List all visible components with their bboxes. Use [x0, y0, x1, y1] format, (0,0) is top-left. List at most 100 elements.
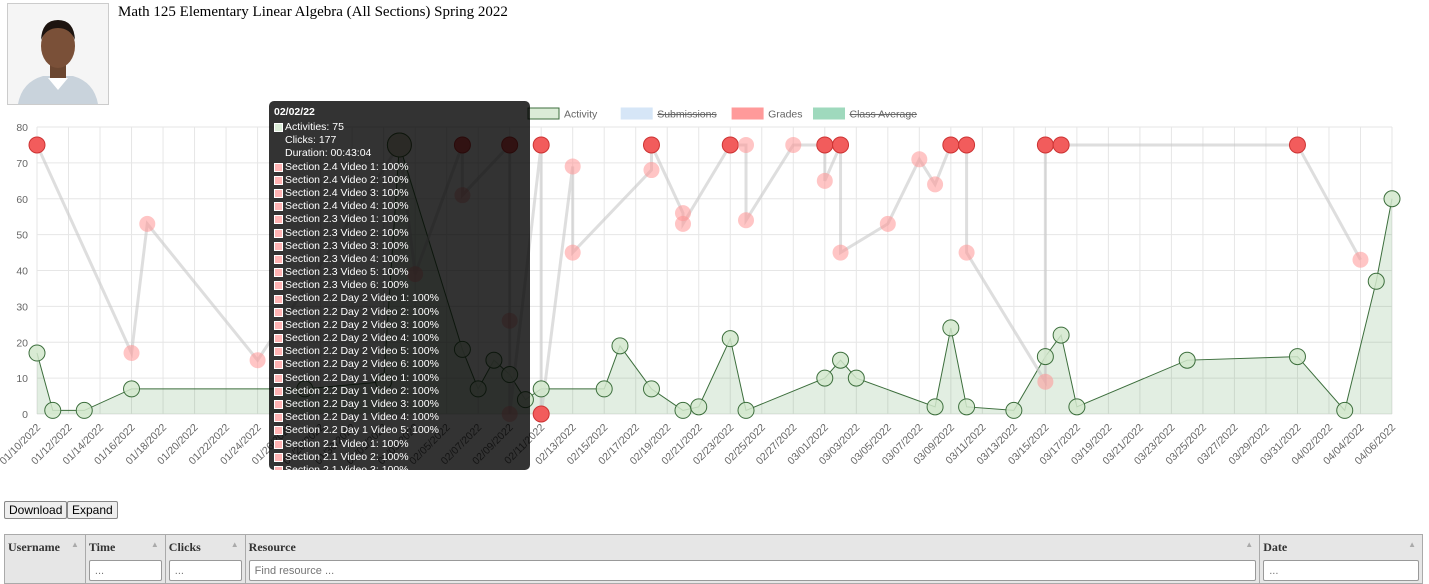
grade-point[interactable] [738, 136, 755, 153]
grade-swatch-icon [274, 426, 283, 436]
column-header-clicks[interactable]: Clicks [169, 540, 201, 554]
grade-point[interactable] [532, 405, 550, 423]
activity-point[interactable] [926, 398, 944, 416]
tooltip-item: Section 2.2 Day 1 Video 1: 100% [274, 372, 530, 385]
column-time[interactable]: Time ▲ [86, 535, 166, 583]
activity-point[interactable] [816, 369, 834, 387]
grade-point[interactable] [532, 136, 550, 154]
grade-point[interactable] [564, 158, 581, 175]
grade-swatch-icon [274, 241, 283, 251]
sort-icon[interactable]: ▲ [1245, 540, 1253, 549]
grade-point[interactable] [1037, 373, 1054, 390]
expand-button[interactable]: Expand [67, 501, 118, 519]
activity-point[interactable] [1336, 401, 1354, 419]
grade-point[interactable] [674, 215, 691, 232]
activity-point[interactable] [611, 337, 629, 355]
activity-point[interactable] [44, 401, 62, 419]
grade-point[interactable] [927, 176, 944, 193]
y-tick-label: 10 [16, 373, 28, 385]
grade-point[interactable] [958, 244, 975, 261]
activity-point[interactable] [1367, 272, 1385, 290]
tooltip-item: Section 2.1 Video 1: 100% [274, 438, 530, 451]
activity-point[interactable] [1178, 351, 1196, 369]
x-axis-labels: 01/10/202201/12/202201/14/202201/16/2022… [0, 422, 1398, 468]
activity-point[interactable] [123, 380, 141, 398]
grade-point[interactable] [643, 162, 660, 179]
grade-swatch-icon [274, 465, 283, 470]
tooltip-item: Section 2.2 Day 2 Video 5: 100% [274, 345, 530, 358]
grade-point[interactable] [816, 136, 834, 154]
column-header-username[interactable]: Username [8, 540, 60, 554]
legend-label-submissions[interactable]: Submissions [657, 109, 717, 121]
grade-swatch-icon [274, 162, 283, 172]
tooltip-item-label: Section 2.4 Video 1: 100% [285, 160, 409, 173]
tooltip-item-label: Section 2.4 Video 2: 100% [285, 173, 409, 186]
column-clicks[interactable]: Clicks ▲ [166, 535, 246, 583]
column-header-date[interactable]: Date [1263, 540, 1287, 554]
activity-point[interactable] [28, 344, 46, 362]
grade-point[interactable] [832, 244, 849, 261]
grade-point[interactable] [1288, 136, 1306, 154]
activity-point[interactable] [532, 380, 550, 398]
tooltip-item-label: Section 2.2 Day 2 Video 5: 100% [285, 345, 439, 358]
grade-point[interactable] [721, 136, 739, 154]
activity-point[interactable] [642, 380, 660, 398]
grade-point[interactable] [832, 136, 850, 154]
tooltip-item: Section 2.4 Video 3: 100% [274, 187, 530, 200]
y-tick-label: 50 [16, 230, 28, 242]
activity-point[interactable] [721, 330, 739, 348]
grade-point[interactable] [642, 136, 660, 154]
column-date[interactable]: Date ▲ [1260, 535, 1422, 583]
column-resource[interactable]: Resource ▲ [246, 535, 1261, 583]
tooltip-item-label: Section 2.2 Day 2 Video 6: 100% [285, 358, 439, 371]
grade-swatch-icon [274, 254, 283, 264]
download-button[interactable]: Download [4, 501, 68, 519]
column-username[interactable]: Username ▲ [5, 535, 86, 583]
sort-icon[interactable]: ▲ [1408, 540, 1416, 549]
legend-label-grades[interactable]: Grades [768, 109, 802, 121]
activity-swatch-icon [274, 123, 283, 133]
activity-point[interactable] [595, 380, 613, 398]
grade-point[interactable] [911, 151, 928, 168]
sort-icon[interactable]: ▲ [151, 540, 159, 549]
grade-point[interactable] [139, 215, 156, 232]
grade-point[interactable] [942, 136, 960, 154]
grade-point[interactable] [1036, 136, 1054, 154]
column-header-time[interactable]: Time [89, 540, 115, 554]
activity-point[interactable] [690, 398, 708, 416]
tooltip-item: Section 2.2 Day 2 Video 2: 100% [274, 306, 530, 319]
grade-point[interactable] [958, 136, 976, 154]
activity-point[interactable] [1068, 398, 1086, 416]
grade-point[interactable] [785, 136, 802, 153]
activity-point[interactable] [75, 401, 93, 419]
sort-icon[interactable]: ▲ [231, 540, 239, 549]
activity-point[interactable] [942, 319, 960, 337]
activity-point[interactable] [1036, 348, 1054, 366]
activity-point[interactable] [1383, 190, 1401, 208]
legend-label-activity[interactable]: Activity [564, 109, 598, 121]
activity-point[interactable] [847, 369, 865, 387]
tooltip-item-label: Section 2.3 Video 6: 100% [285, 279, 409, 292]
sort-icon[interactable]: ▲ [71, 540, 79, 549]
grade-point[interactable] [879, 215, 896, 232]
grade-point[interactable] [249, 352, 266, 369]
tooltip-item-label: Section 2.2 Day 1 Video 2: 100% [285, 384, 439, 397]
grade-point[interactable] [28, 136, 46, 154]
activity-point[interactable] [958, 398, 976, 416]
grade-point[interactable] [1052, 136, 1070, 154]
activity-point[interactable] [1052, 326, 1070, 344]
activity-point[interactable] [737, 401, 755, 419]
tooltip-item-label: Section 2.4 Video 3: 100% [285, 186, 409, 199]
grade-point[interactable] [738, 212, 755, 229]
activity-point[interactable] [1288, 348, 1306, 366]
grade-point[interactable] [564, 244, 581, 261]
activity-point[interactable] [1005, 401, 1023, 419]
grade-point[interactable] [816, 172, 833, 189]
legend-label-class-average[interactable]: Class Average [850, 109, 918, 121]
grade-point[interactable] [1352, 251, 1369, 268]
grade-point[interactable] [123, 345, 140, 362]
activity-point[interactable] [832, 351, 850, 369]
column-header-resource[interactable]: Resource [249, 540, 296, 554]
activity-point[interactable] [674, 401, 692, 419]
tooltip-item-label: Section 2.4 Video 4: 100% [285, 200, 409, 213]
